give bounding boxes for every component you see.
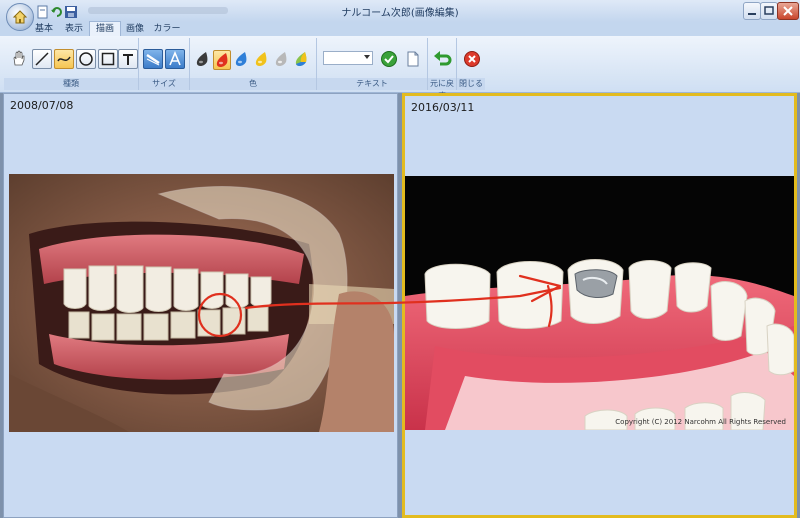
app-menu-button[interactable]: [6, 3, 34, 31]
rectangle-tool-button[interactable]: [98, 49, 118, 69]
new-text-button[interactable]: [403, 49, 421, 67]
window-title: ナルコーム次郎(画像編集): [341, 8, 459, 19]
right-image-pane[interactable]: 2016/03/11 Copyright (C) 2012 Narcohm Al…: [402, 93, 797, 518]
tab-image[interactable]: 画像: [121, 22, 149, 36]
document-icon: [407, 51, 419, 67]
home-icon: [12, 10, 28, 24]
editor-area: 2008/07/08 2016/03/11 Copyright (C) 2012…: [0, 93, 800, 518]
line-icon: [35, 52, 49, 66]
line-size-button[interactable]: [143, 49, 163, 69]
close-red-icon: [464, 51, 480, 67]
hand-tool-button[interactable]: [10, 49, 28, 67]
undo-button[interactable]: [432, 49, 452, 67]
left-dental-photo[interactable]: [9, 174, 394, 432]
minimize-button[interactable]: [743, 2, 761, 20]
group-type: 種類: [4, 38, 139, 90]
color-custom-button[interactable]: [293, 50, 309, 68]
tab-view[interactable]: 表示: [60, 22, 88, 36]
group-close-label: 閉じる: [457, 78, 485, 90]
color-yellow-button[interactable]: [253, 50, 269, 68]
ink-drop-red-icon: [216, 53, 228, 68]
color-black-button[interactable]: [194, 50, 210, 68]
undo-icon: [434, 51, 452, 66]
group-undo: 元に戻す: [428, 38, 457, 100]
group-text: テキスト: [317, 38, 428, 90]
ribbon-tabs: 基本 表示 描画 画像 カラー: [0, 21, 800, 37]
text-t-icon: [123, 54, 133, 65]
rectangle-icon: [101, 52, 115, 66]
circle-tool-button[interactable]: [76, 49, 96, 69]
group-color: 色: [190, 38, 317, 90]
tab-color[interactable]: カラー: [150, 22, 184, 36]
text-tool-button[interactable]: [118, 49, 138, 69]
group-close: 閉じる: [457, 38, 485, 90]
tab-draw[interactable]: 描画: [89, 21, 121, 37]
ink-drop-multicolor-icon: [295, 52, 307, 67]
ink-drop-yellow-icon: [255, 52, 267, 67]
text-font-select[interactable]: [323, 51, 373, 65]
curve-icon: [57, 56, 71, 62]
group-text-label: テキスト: [317, 78, 427, 90]
ink-drop-gray-icon: [275, 52, 287, 67]
check-icon: [381, 51, 397, 67]
circle-icon: [79, 52, 93, 66]
line-width-icon: [146, 53, 160, 66]
left-image-pane[interactable]: 2008/07/08: [3, 93, 398, 518]
color-gray-button[interactable]: [273, 50, 289, 68]
maximize-button[interactable]: [760, 2, 778, 20]
group-size-label: サイズ: [139, 78, 189, 90]
left-pane-date: 2008/07/08: [10, 99, 74, 112]
ink-drop-black-icon: [196, 52, 208, 67]
ribbon: 種類 サイズ 色 テキスト 元に戻 閉じる: [0, 36, 800, 100]
group-undo-label: 元に戻す: [428, 78, 456, 100]
color-blue-button[interactable]: [233, 50, 249, 68]
close-window-button[interactable]: [777, 2, 799, 20]
copyright-text: Copyright (C) 2012 Narcohm All Rights Re…: [615, 418, 786, 426]
font-a-icon: [169, 51, 181, 66]
close-edit-button[interactable]: [462, 49, 480, 67]
line-tool-button[interactable]: [32, 49, 52, 69]
ink-drop-blue-icon: [235, 52, 247, 67]
apply-text-button[interactable]: [379, 49, 397, 67]
group-size: サイズ: [139, 38, 190, 90]
group-type-label: 種類: [4, 78, 138, 90]
freehand-tool-button[interactable]: [54, 49, 74, 69]
right-pane-date: 2016/03/11: [411, 101, 475, 114]
font-size-button[interactable]: [165, 49, 185, 69]
right-dental-model-photo[interactable]: Copyright (C) 2012 Narcohm All Rights Re…: [405, 176, 794, 430]
group-color-label: 色: [190, 78, 316, 90]
color-red-button[interactable]: [213, 50, 231, 70]
hand-icon: [13, 50, 25, 66]
tab-basic[interactable]: 基本: [30, 22, 58, 36]
title-bar: ナルコーム次郎(画像編集): [0, 0, 800, 31]
